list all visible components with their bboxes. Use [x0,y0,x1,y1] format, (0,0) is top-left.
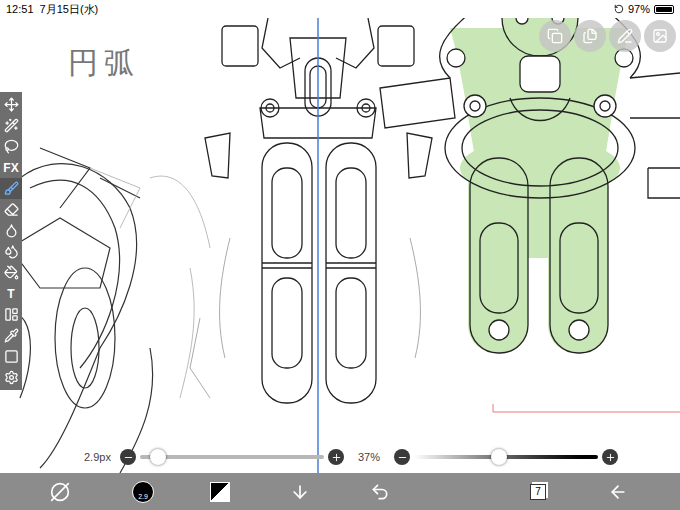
fill-icon [4,265,19,280]
blur-icon [4,244,19,259]
button-icon [547,28,563,44]
lasso-tool[interactable] [0,136,22,157]
back-icon[interactable] [608,482,628,502]
brush-preview[interactable]: 2.9 [132,481,154,503]
bottom-bar: 2.97 [0,473,680,510]
battery-icon [654,5,674,14]
smudge-tool[interactable] [0,220,22,241]
canvas-annotation: 円弧 [68,40,140,85]
lasso-icon [4,139,19,154]
brush-size-slider: 2.9px [84,449,344,465]
plus-button[interactable] [602,449,618,465]
status-bar: 12:51 7月15日(水) 97% [0,0,680,18]
filter-tool[interactable]: FX [0,157,22,178]
minus-icon [123,452,134,463]
smudge-icon [4,223,19,238]
canvas-drawing [0,18,680,473]
text-tool[interactable]: T [0,283,22,304]
move-icon [4,97,19,112]
arrow-down-icon[interactable] [290,482,310,502]
frame-tool[interactable] [0,304,22,325]
button-icon [652,28,668,44]
plus-icon [605,452,616,463]
slider-knob[interactable] [150,449,166,465]
eyedropper-icon [4,328,19,343]
wand-tool[interactable] [0,115,22,136]
canvas[interactable]: 円弧 FX T 2.9px 37% [0,18,680,473]
settings-icon [4,370,19,385]
minus-button[interactable] [120,449,136,465]
opacity-slider: 37% [358,449,618,465]
fill-tool[interactable] [0,262,22,283]
settings-tool[interactable] [0,367,22,388]
opacity-slider-reading: 37% [358,450,390,464]
slider-knob[interactable] [491,449,507,465]
top-button[interactable] [609,20,641,52]
top-button[interactable] [644,20,676,52]
plus-button[interactable] [328,449,344,465]
opacity-slider-track[interactable] [414,455,598,459]
minus-button[interactable] [394,449,410,465]
layers-button[interactable]: 7 [530,484,546,500]
undo-icon[interactable] [370,482,390,502]
blur-tool[interactable] [0,241,22,262]
minus-icon [397,452,408,463]
top-button[interactable] [574,20,606,52]
shape-icon [4,349,19,364]
eyedropper-tool[interactable] [0,325,22,346]
brush-size-slider-track[interactable] [140,455,324,459]
button-icon [582,28,598,44]
plus-icon [331,452,342,463]
move-tool[interactable] [0,94,22,115]
app: 12:517月15日(水)97%円弧FXT2.9px37%2.97 [0,0,680,510]
toolbar: FX T [0,92,22,390]
shape-tool[interactable] [0,346,22,367]
status-date: 7月15日(水) [40,1,99,18]
top-button[interactable] [539,20,571,52]
status-time: 12:51 [6,1,34,18]
button-icon [617,28,633,44]
eraser-icon [4,202,19,217]
color-swatch[interactable] [210,482,230,502]
rotation-lock-icon [614,4,624,14]
eraser-tool[interactable] [0,199,22,220]
wand-icon [4,118,19,133]
battery-percent: 97% [628,1,650,18]
brush-tool[interactable] [0,178,22,199]
brush-settings-icon[interactable] [50,482,70,502]
top-buttons [539,20,676,52]
frame-icon [4,307,19,322]
brush-size-slider-reading: 2.9px [84,450,116,464]
brush-icon [4,181,19,196]
slider-strip: 2.9px 37% [84,449,618,465]
